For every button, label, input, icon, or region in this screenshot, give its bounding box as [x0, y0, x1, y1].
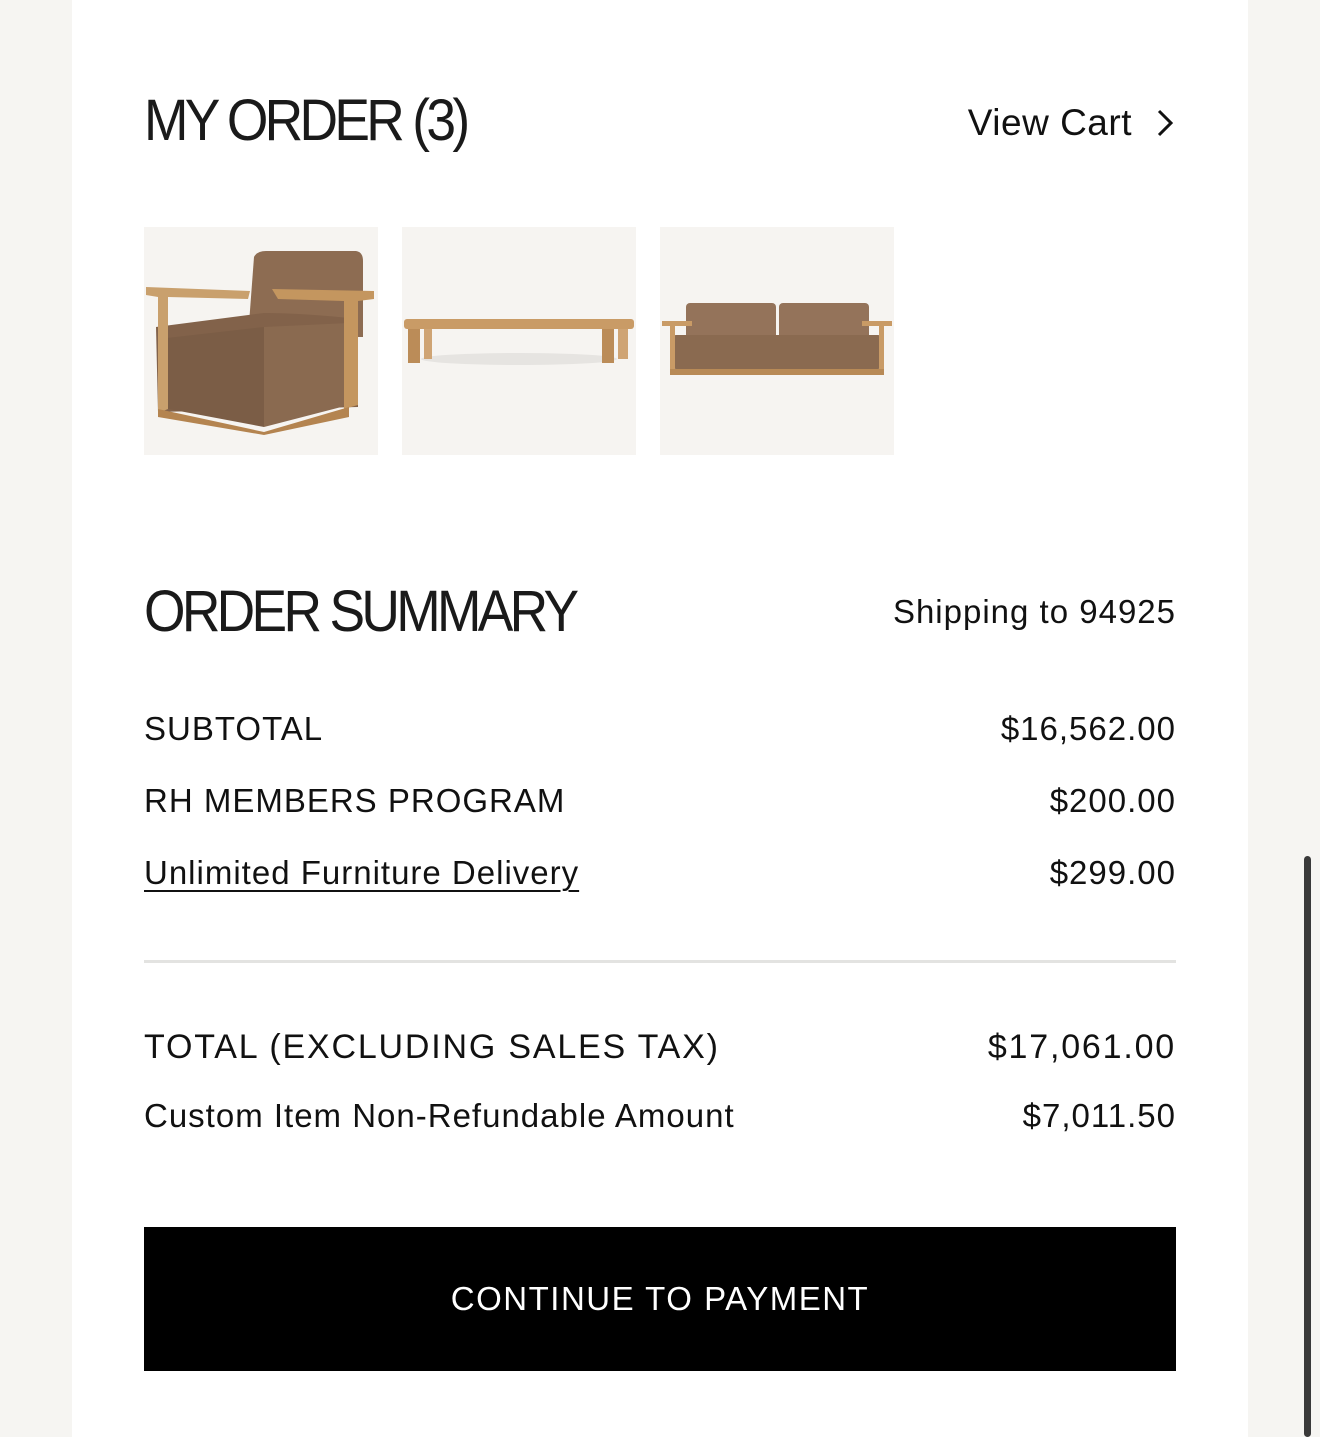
members-program-value: $200.00 [1049, 782, 1176, 819]
total-label: TOTAL (EXCLUDING SALES TAX) [144, 1028, 720, 1066]
coffee-table-image [402, 227, 636, 455]
sofa-image [660, 227, 894, 455]
order-item-thumbnail[interactable] [660, 227, 894, 455]
checkout-panel: MY ORDER (3) View Cart ORDER SUMMARY Shi… [72, 0, 1248, 1437]
order-item-thumbnails [144, 227, 894, 455]
subtotal-value: $16,562.00 [1000, 710, 1176, 747]
order-item-thumbnail[interactable] [144, 227, 378, 455]
unlimited-delivery-link[interactable]: Unlimited Furniture Delivery [144, 854, 579, 892]
order-summary-title: ORDER SUMMARY [144, 579, 579, 644]
non-refundable-value: $7,011.50 [1022, 1097, 1176, 1134]
view-cart-link[interactable]: View Cart [968, 102, 1176, 144]
my-order-header: MY ORDER (3) View Cart [144, 92, 1176, 156]
order-summary-header: ORDER SUMMARY Shipping to 94925 [144, 583, 1176, 647]
non-refundable-row: Custom Item Non-Refundable Amount $7,011… [144, 1097, 1176, 1135]
members-program-label: RH MEMBERS PROGRAM [144, 782, 566, 819]
members-program-row: RH MEMBERS PROGRAM $200.00 [144, 782, 1176, 820]
delivery-value: $299.00 [1049, 854, 1176, 891]
lounge-chair-image [144, 227, 378, 455]
shipping-zip-text: Shipping to 94925 [892, 593, 1176, 630]
view-cart-label: View Cart [967, 102, 1132, 143]
continue-to-payment-button[interactable]: CONTINUE TO PAYMENT [144, 1227, 1176, 1371]
non-refundable-label: Custom Item Non-Refundable Amount [144, 1097, 735, 1134]
my-order-title: MY ORDER (3) [144, 88, 470, 153]
chevron-right-icon [1157, 109, 1174, 137]
page-scrollbar[interactable] [1304, 856, 1311, 1437]
total-row: TOTAL (EXCLUDING SALES TAX) $17,061.00 [144, 1028, 1176, 1067]
total-value: $17,061.00 [987, 1028, 1176, 1066]
subtotal-label: SUBTOTAL [144, 710, 324, 747]
subtotal-row: SUBTOTAL $16,562.00 [144, 710, 1176, 748]
order-item-thumbnail[interactable] [402, 227, 636, 455]
summary-divider [144, 960, 1176, 963]
delivery-row: Unlimited Furniture Delivery $299.00 [144, 854, 1176, 892]
